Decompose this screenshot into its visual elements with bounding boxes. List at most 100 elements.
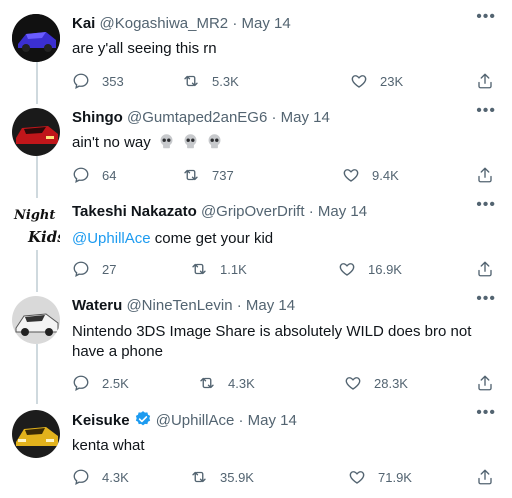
retweet-icon	[192, 263, 206, 275]
tweet-date[interactable]: May 14	[281, 109, 330, 126]
verified-icon	[135, 411, 150, 426]
like-count: 28.3K	[374, 375, 408, 391]
like-icon	[345, 377, 361, 390]
retweet-button[interactable]: 35.9K	[190, 468, 254, 486]
separator-dot: ·	[308, 203, 314, 220]
tweet-text: are y'all seeing this rn	[72, 40, 217, 57]
tweet-date[interactable]: May 14	[318, 203, 367, 220]
tweet-header: Takeshi Nakazato @GripOverDrift · May 14	[72, 202, 367, 222]
reply-count: 2.5K	[102, 375, 129, 391]
more-icon[interactable]: •••	[476, 404, 496, 422]
separator-dot: ·	[238, 412, 244, 429]
retweet-count: 35.9K	[220, 469, 254, 485]
share-icon	[478, 469, 492, 485]
like-count: 71.9K	[378, 469, 412, 485]
tweet-text: Nintendo 3DS Image Share is absolutely W…	[72, 323, 472, 360]
retweet-button[interactable]: 737	[182, 166, 234, 184]
retweet-button[interactable]: 1.1K	[190, 260, 247, 278]
reply-count: 64	[102, 167, 117, 183]
display-name[interactable]: Kai	[72, 15, 95, 32]
avatar[interactable]	[12, 14, 60, 62]
reply-icon	[73, 375, 89, 392]
tweet-text-row: ain't no way	[72, 133, 492, 153]
more-icon[interactable]: •••	[476, 290, 496, 308]
handle[interactable]: @Gumtaped2anEG6	[127, 109, 267, 126]
retweet-icon	[200, 377, 214, 389]
like-icon	[339, 263, 355, 276]
night-kids-logo: Night Kids	[12, 202, 60, 250]
handle[interactable]: @UphillAce	[156, 412, 235, 429]
tweet[interactable]: Night Kids Takeshi Nakazato @GripOverDri…	[0, 196, 512, 282]
more-icon[interactable]: •••	[476, 8, 496, 26]
separator-dot: ·	[236, 297, 242, 314]
reply-icon	[73, 73, 89, 90]
share-button[interactable]	[476, 260, 494, 278]
handle[interactable]: @Kogashiwa_MR2	[100, 15, 229, 32]
retweet-count: 5.3K	[212, 73, 239, 89]
separator-dot: ·	[232, 15, 238, 32]
reply-button[interactable]: 27	[72, 260, 116, 278]
more-icon[interactable]: •••	[476, 196, 496, 214]
reply-button[interactable]: 2.5K	[72, 374, 129, 392]
like-button[interactable]: 23K	[350, 72, 403, 90]
display-name[interactable]: Keisuke	[72, 412, 130, 429]
like-button[interactable]: 71.9K	[348, 468, 412, 486]
like-icon	[351, 75, 367, 88]
like-button[interactable]: 9.4K	[342, 166, 399, 184]
like-button[interactable]: 28.3K	[344, 374, 408, 392]
tweet-header: Shingo @Gumtaped2anEG6 · May 14	[72, 108, 330, 128]
display-name[interactable]: Shingo	[72, 109, 123, 126]
handle[interactable]: @NineTenLevin	[126, 297, 232, 314]
reply-icon	[73, 167, 89, 184]
retweet-count: 737	[212, 167, 234, 183]
share-button[interactable]	[476, 468, 494, 486]
share-button[interactable]	[476, 374, 494, 392]
avatar[interactable]	[12, 108, 60, 156]
mention-link[interactable]: @UphillAce	[72, 230, 151, 247]
tweet-header: Kai @Kogashiwa_MR2 · May 14	[72, 14, 291, 34]
skull-emoji	[160, 134, 173, 149]
tweet-header: Keisuke @UphillAce · May 14	[72, 410, 297, 431]
share-button[interactable]	[476, 72, 494, 90]
tweet-date[interactable]: May 14	[241, 15, 290, 32]
retweet-count: 4.3K	[228, 375, 255, 391]
retweet-button[interactable]: 5.3K	[182, 72, 239, 90]
avatar[interactable]	[12, 410, 60, 458]
share-button[interactable]	[476, 166, 494, 184]
more-icon[interactable]: •••	[476, 102, 496, 120]
like-button[interactable]: 16.9K	[338, 260, 402, 278]
like-count: 9.4K	[372, 167, 399, 183]
tweet-actions: 27 1.1K 16.9K	[72, 260, 502, 280]
share-icon	[478, 167, 492, 183]
tweet[interactable]: Shingo @Gumtaped2anEG6 · May 14 ••• ain'…	[0, 102, 512, 188]
reply-count: 353	[102, 73, 124, 89]
tweet-actions: 64 737 9.4K	[72, 166, 502, 186]
retweet-button[interactable]: 4.3K	[198, 374, 255, 392]
tweet-header: Wateru @NineTenLevin · May 14	[72, 296, 295, 316]
tweet-text-row: @UphillAce come get your kid	[72, 229, 492, 249]
tweet-text: ain't no way	[72, 134, 151, 151]
display-name[interactable]: Takeshi Nakazato	[72, 203, 197, 220]
tweet-date[interactable]: May 14	[248, 412, 297, 429]
reply-count: 27	[102, 261, 117, 277]
handle[interactable]: @GripOverDrift	[201, 203, 305, 220]
retweet-icon	[184, 169, 198, 181]
tweet-text: kenta what	[72, 437, 145, 454]
display-name[interactable]: Wateru	[72, 297, 122, 314]
avatar[interactable]: Night Kids	[12, 202, 60, 250]
like-icon	[343, 169, 359, 182]
reply-button[interactable]: 353	[72, 72, 124, 90]
tweet[interactable]: Wateru @NineTenLevin · May 14 ••• Ninten…	[0, 290, 512, 396]
tweet-date[interactable]: May 14	[246, 297, 295, 314]
skull-emoji	[184, 134, 197, 149]
reply-icon	[73, 261, 89, 278]
tweet-actions: 353 5.3K 23K	[72, 72, 502, 92]
like-icon	[349, 471, 365, 484]
tweet[interactable]: Keisuke @UphillAce · May 14 ••• kenta wh…	[0, 404, 512, 490]
avatar[interactable]	[12, 296, 60, 344]
reply-button[interactable]: 64	[72, 166, 116, 184]
tweet[interactable]: Kai @Kogashiwa_MR2 · May 14 ••• are y'al…	[0, 8, 512, 94]
reply-button[interactable]: 4.3K	[72, 468, 129, 486]
reply-count: 4.3K	[102, 469, 129, 485]
retweet-icon	[192, 471, 206, 483]
